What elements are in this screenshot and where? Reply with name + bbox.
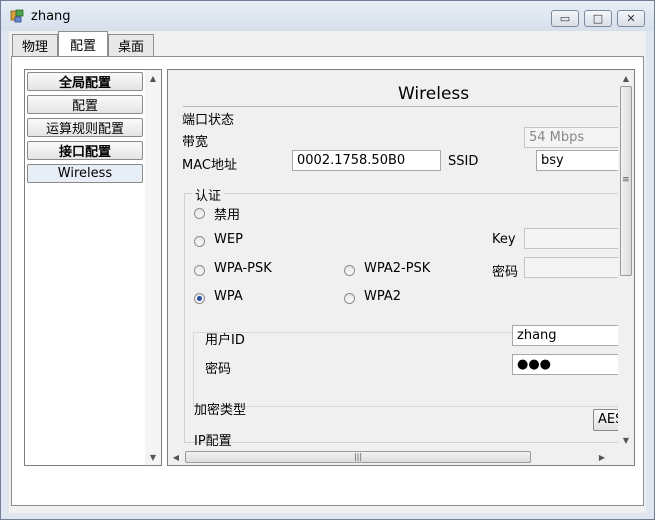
config-tab-panel: 全局配置 配置 运算规则配置 接口配置 Wireless ▲ ▼ Wireles… — [11, 56, 644, 506]
key-label: Key — [492, 232, 516, 247]
horizontal-scrollbar[interactable]: ◀ ||| ▶ — [168, 449, 618, 465]
password-label: 密码 — [205, 362, 232, 377]
auth-wpa2-psk-radio[interactable] — [344, 265, 355, 276]
tab-label: 配置 — [69, 39, 96, 54]
encryption-type-label: 加密类型 — [194, 403, 247, 418]
auth-disabled-label: 禁用 — [214, 208, 241, 223]
user-id-label: 用户ID — [205, 333, 245, 348]
minimize-button[interactable]: ▭ — [551, 10, 579, 27]
sidebar-item-config[interactable]: 配置 — [27, 95, 143, 114]
window-title: zhang — [31, 9, 71, 24]
page-title: Wireless — [398, 84, 470, 104]
bandwidth-field: 54 Mbps — [524, 127, 618, 148]
ssid-field[interactable]: bsy — [536, 150, 618, 171]
tab-label: 物理 — [21, 40, 48, 55]
scroll-grip-icon: ≡ — [622, 175, 630, 185]
sidebar-item-wireless[interactable]: Wireless — [27, 164, 143, 183]
scroll-up-arrow-icon[interactable]: ▲ — [145, 70, 161, 86]
auth-disabled-radio[interactable] — [194, 208, 205, 219]
auth-wpa-label: WPA — [214, 289, 243, 304]
ssid-label: SSID — [448, 154, 479, 169]
title-divider — [183, 106, 618, 107]
sidebar-item-label: Wireless — [57, 166, 113, 181]
sidebar-item-interface-config[interactable]: 接口配置 — [27, 141, 143, 160]
tab-physical[interactable]: 物理 — [12, 34, 58, 56]
sidebar-scrollbar[interactable]: ▲ ▼ — [145, 70, 161, 465]
auth-wpa-radio[interactable] — [194, 293, 205, 304]
title-bar[interactable]: zhang ▭ □ ✕ — [1, 1, 654, 31]
scroll-grip-icon: ||| — [353, 452, 363, 461]
vertical-scroll-thumb[interactable]: ≡ — [620, 86, 632, 276]
scrollbar-corner — [618, 449, 634, 465]
user-id-field[interactable]: zhang — [512, 325, 618, 346]
vertical-scrollbar[interactable]: ▲ ≡ ▼ — [618, 70, 634, 450]
sidebar-item-label: 全局配置 — [58, 76, 111, 91]
encryption-type-dropdown[interactable]: AES — [593, 409, 618, 431]
maximize-icon: □ — [592, 12, 604, 25]
tab-config[interactable]: 配置 — [58, 31, 108, 57]
auth-wep-radio[interactable] — [194, 236, 205, 247]
application-window: zhang ▭ □ ✕ 物理 配置 桌面 全局配置 配置 运算规则配置 接口配置… — [0, 0, 655, 520]
sidebar-item-label: 配置 — [71, 99, 98, 114]
scroll-right-arrow-icon[interactable]: ▶ — [594, 449, 610, 465]
scroll-left-arrow-icon[interactable]: ◀ — [168, 449, 184, 465]
ip-config-label: IP配置 — [194, 434, 232, 449]
close-button[interactable]: ✕ — [617, 10, 645, 27]
sidebar-item-label: 运算规则配置 — [45, 122, 124, 137]
auth-wpa2-radio[interactable] — [344, 293, 355, 304]
sidebar-item-global-config[interactable]: 全局配置 — [27, 72, 143, 91]
scroll-down-arrow-icon[interactable]: ▼ — [145, 449, 161, 465]
port-status-label: 端口状态 — [182, 113, 235, 128]
sidebar-nav: 全局配置 配置 运算规则配置 接口配置 Wireless ▲ ▼ — [24, 69, 162, 466]
mac-address-field[interactable]: 0002.1758.50B0 — [292, 150, 441, 171]
auth-wpa-psk-radio[interactable] — [194, 265, 205, 276]
window-client-area: 物理 配置 桌面 全局配置 配置 运算规则配置 接口配置 Wireless ▲ … — [9, 31, 646, 513]
auth-wep-label: WEP — [214, 232, 243, 247]
auth-wpa-psk-label: WPA-PSK — [214, 261, 272, 276]
scroll-down-arrow-icon[interactable]: ▼ — [618, 432, 634, 448]
auth-wpa2-label: WPA2 — [364, 289, 402, 304]
mac-address-label: MAC地址 — [182, 158, 237, 173]
key-field — [524, 228, 618, 249]
psk-password-label: 密码 — [492, 265, 519, 280]
password-field[interactable]: ●●● — [512, 354, 618, 375]
tab-label: 桌面 — [117, 40, 144, 55]
close-icon: ✕ — [626, 12, 636, 25]
sidebar-item-label: 接口配置 — [58, 145, 111, 160]
horizontal-scroll-thumb[interactable]: ||| — [185, 451, 531, 463]
minimize-icon: ▭ — [559, 12, 571, 25]
sidebar-item-rules-config[interactable]: 运算规则配置 — [27, 118, 143, 137]
settings-content: Wireless 端口状态 带宽 54 Mbps MAC地址 0002.1758… — [168, 70, 618, 450]
bandwidth-label: 带宽 — [182, 135, 209, 150]
psk-password-field — [524, 257, 618, 278]
maximize-button[interactable]: □ — [584, 10, 612, 27]
wireless-settings-panel: Wireless 端口状态 带宽 54 Mbps MAC地址 0002.1758… — [167, 69, 635, 466]
app-icon — [10, 9, 24, 23]
scroll-up-arrow-icon[interactable]: ▲ — [618, 70, 634, 86]
auth-group-label: 认证 — [192, 185, 225, 204]
auth-wpa2-psk-label: WPA2-PSK — [364, 261, 431, 276]
tab-desktop[interactable]: 桌面 — [108, 34, 154, 56]
